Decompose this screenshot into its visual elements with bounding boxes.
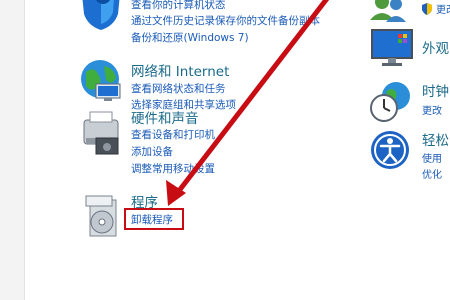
uninstall-highlight-box	[124, 208, 184, 230]
shield-icon	[82, 0, 120, 30]
hardware-title[interactable]: 硬件和声音	[131, 107, 199, 127]
link-add-device[interactable]: 添加设备	[131, 144, 173, 159]
appearance-title[interactable]: 外观	[422, 37, 449, 57]
network-globe-icon	[81, 60, 121, 101]
appearance-monitor-icon	[371, 29, 413, 66]
clock-link[interactable]: 更改	[422, 102, 442, 117]
link-file-history-backup[interactable]: 通过文件历史记录保存你的文件备份副本	[131, 13, 320, 28]
network-title[interactable]: 网络和 Internet	[131, 60, 229, 80]
link-view-computer-status[interactable]: 查看你的计算机状态	[131, 0, 226, 12]
link-devices-printers[interactable]: 查看设备和打印机	[131, 127, 215, 142]
link-network-status[interactable]: 查看网络状态和任务	[131, 81, 226, 96]
ease-link-optimize[interactable]: 优化	[422, 166, 442, 181]
link-mobility-settings[interactable]: 调整常用移动设置	[131, 161, 215, 176]
link-backup-restore[interactable]: 备份和还原(Windows 7)	[131, 30, 249, 45]
window-left-edge	[0, 0, 25, 300]
user-accounts-icon	[370, 0, 406, 22]
ease-title[interactable]: 轻松	[422, 129, 449, 149]
clock-globe-icon	[370, 82, 410, 122]
programs-icon	[85, 195, 117, 237]
clock-title[interactable]: 时钟	[422, 80, 449, 100]
printer-icon	[83, 111, 119, 155]
accounts-link[interactable]: 更改	[436, 1, 450, 16]
ease-link-use[interactable]: 使用	[422, 150, 442, 165]
uac-shield-icon	[422, 3, 432, 15]
ease-of-access-icon	[371, 131, 409, 169]
